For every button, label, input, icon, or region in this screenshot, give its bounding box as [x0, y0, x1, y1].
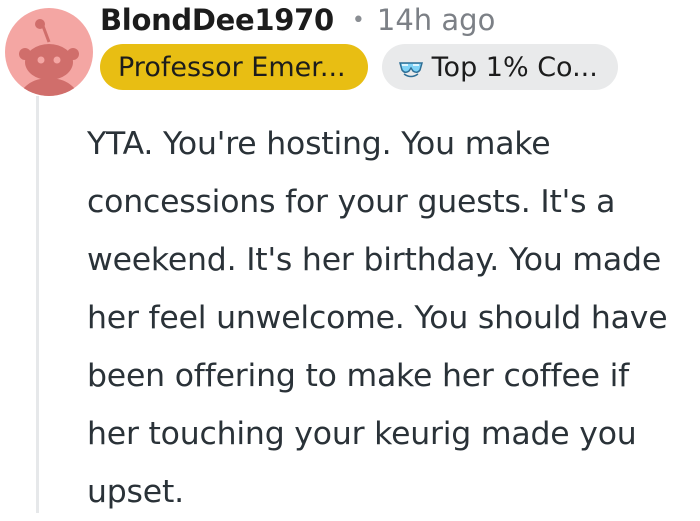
author-username[interactable]: BlondDee1970: [100, 3, 334, 37]
thread-line[interactable]: [36, 96, 39, 513]
sunglasses-icon: [398, 54, 424, 80]
avatar[interactable]: [5, 8, 93, 96]
comment-header: BlondDee1970 • 14h ago: [100, 0, 495, 40]
meta-separator: •: [351, 7, 365, 33]
user-flairs: Professor Emer... Top 1% Co...: [100, 44, 618, 90]
flair-top-commenter[interactable]: Top 1% Co...: [381, 44, 618, 90]
flair-top-commenter-label: Top 1% Co...: [431, 51, 598, 83]
comment-body: YTA. You're hosting. You make concession…: [87, 126, 668, 510]
reddit-snoo-avatar-icon: [19, 19, 79, 96]
comment-timestamp[interactable]: 14h ago: [377, 3, 495, 37]
flair-professor-emeritus[interactable]: Professor Emer...: [100, 44, 368, 90]
